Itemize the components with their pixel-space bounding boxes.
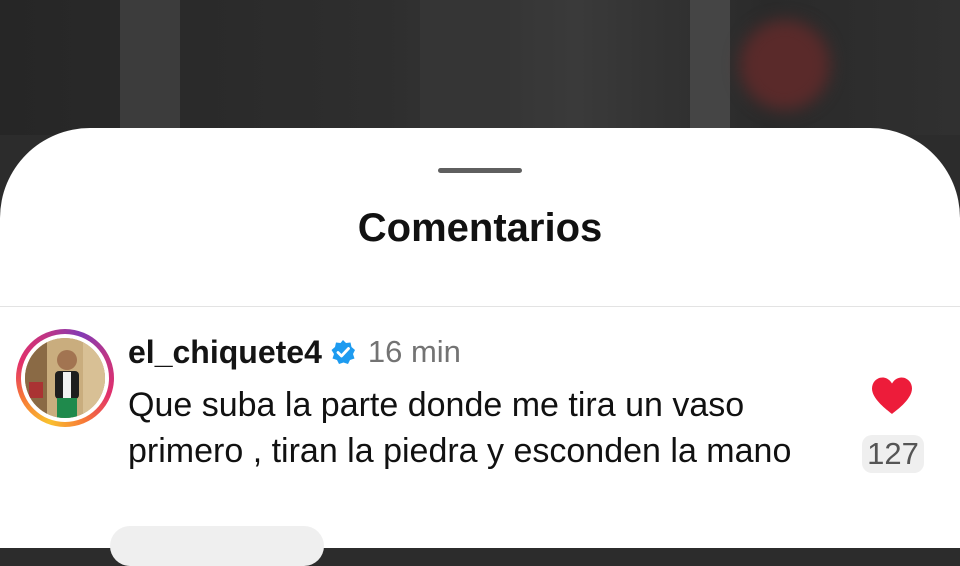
sheet-grabber[interactable] (438, 168, 522, 173)
reply-button[interactable] (110, 526, 324, 566)
background-shape (690, 0, 730, 135)
comment-text: Que suba la parte donde me tira un vaso … (128, 386, 792, 470)
sheet-title: Comentarios (357, 206, 603, 250)
background-shape (120, 0, 180, 135)
background-video (0, 0, 960, 135)
background-shape (420, 0, 510, 135)
avatar-story-ring[interactable] (16, 329, 114, 427)
header-divider (0, 306, 960, 307)
comment-username[interactable]: el_chiquete4 (128, 334, 322, 371)
verified-badge-icon (330, 339, 356, 365)
like-count[interactable]: 127 (862, 435, 924, 473)
heart-icon (872, 377, 912, 414)
comment-timestamp: 16 min (367, 334, 461, 369)
avatar[interactable] (25, 338, 105, 418)
like-button[interactable] (870, 376, 914, 416)
background-shape (740, 20, 830, 110)
comment-header: el_chiquete4 16 min (128, 330, 461, 374)
avatar-image (25, 338, 105, 418)
